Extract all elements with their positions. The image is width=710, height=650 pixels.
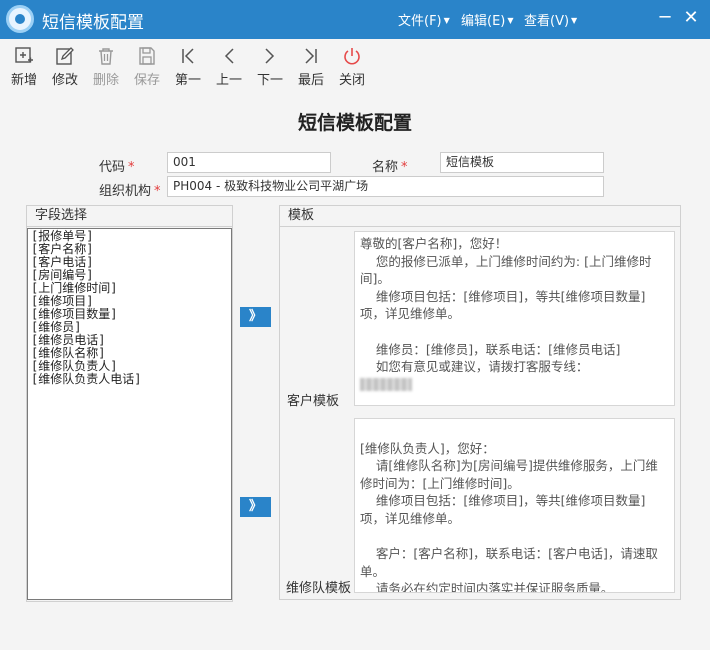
code-label: 代码 * <box>99 156 135 175</box>
code-label-text: 代码 <box>99 160 126 175</box>
required-mark: * <box>154 184 161 199</box>
org-label: 组织机构 * <box>99 180 161 199</box>
template-line: 维修项目包括：[维修项目]，等共[维修项目数量]项，详见维修单。 <box>360 493 646 526</box>
last-button[interactable]: 最后 <box>291 44 331 92</box>
template-line <box>360 323 669 341</box>
edit-label: 修改 <box>51 73 78 88</box>
template-line: 您的报修已派单，上门维修时间约为: [上门维修时间]。 <box>360 253 652 287</box>
chevron-down-icon: ▼ <box>571 16 578 25</box>
chevron-down-icon: ▼ <box>507 16 514 25</box>
name-label: 名称 * <box>372 156 408 175</box>
field-selection-header: 字段选择 <box>27 206 232 227</box>
team-template-textarea[interactable]: [维修队负责人]，您好： 请[维修队名称]为[房间编号]提供维修服务，上门维修时… <box>354 418 675 593</box>
menu-edit[interactable]: 编辑(E) ▼ <box>461 10 514 29</box>
page-title: 短信模板配置 <box>297 112 412 134</box>
power-icon <box>344 48 360 65</box>
close-label: 关闭 <box>338 73 365 88</box>
name-input[interactable]: 短信模板 <box>440 152 604 173</box>
template-line-phone <box>360 376 669 394</box>
add-button[interactable]: 新增 <box>4 44 44 92</box>
template-line: 维修项目包括：[维修项目]，等共[维修项目数量]项，详见维修单。 <box>360 288 646 322</box>
template-line: 维修员：[维修员]，联系电话：[维修员电话] <box>360 341 621 357</box>
delete-button[interactable]: 删除 <box>86 44 126 92</box>
prev-label: 上一 <box>215 73 242 88</box>
template-header: 模板 <box>280 206 680 227</box>
org-input[interactable]: PH004 - 极致科技物业公司平湖广场 <box>167 176 604 197</box>
template-line: 请[维修队名称]为[房间编号]提供维修服务，上门维修时间为：[上门维修时间]。 <box>360 458 658 491</box>
save-icon <box>139 47 155 65</box>
template-line: [维修队负责人]，您好： <box>360 440 495 456</box>
title-bar: 短信模板配置 文件(F) ▼ 编辑(E) ▼ 查看(V) ▼ ─ ✕ <box>0 0 710 39</box>
menu-file-label: 文件(F) <box>398 14 442 29</box>
name-label-text: 名称 <box>372 160 399 175</box>
edit-icon <box>56 47 74 65</box>
edit-button[interactable]: 修改 <box>45 44 85 92</box>
redacted-phone <box>360 377 412 391</box>
delete-label: 删除 <box>92 73 119 88</box>
chevron-down-icon: ▼ <box>443 16 450 25</box>
last-record-icon <box>305 48 317 64</box>
template-line <box>360 422 669 440</box>
template-line: 尊敬的[客户名称]，您好！ <box>360 236 508 251</box>
save-button[interactable]: 保存 <box>127 44 167 92</box>
menu-view[interactable]: 查看(V) ▼ <box>524 10 577 29</box>
last-label: 最后 <box>297 73 324 88</box>
first-button[interactable]: 第一 <box>168 44 208 92</box>
customer-template-textarea[interactable]: 尊敬的[客户名称]，您好！ 您的报修已派单，上门维修时间约为: [上门维修时间]… <box>354 231 675 406</box>
chevron-right-icon <box>265 48 275 64</box>
customer-template-label: 客户模板 <box>287 394 340 409</box>
required-mark: * <box>401 160 408 175</box>
template-line <box>360 528 669 546</box>
template-line: 客户：[客户名称]，联系电话：[客户电话]，请速取单。 <box>360 546 658 579</box>
insert-customer-field-button[interactable]: 》 <box>240 307 271 327</box>
first-label: 第一 <box>174 73 201 88</box>
app-logo-icon <box>6 5 34 33</box>
menu-file[interactable]: 文件(F) ▼ <box>398 10 450 29</box>
next-button[interactable]: 下一 <box>250 44 290 92</box>
close-window-button[interactable]: ✕ <box>680 7 702 29</box>
code-input[interactable]: 001 <box>167 152 331 173</box>
close-button[interactable]: 关闭 <box>332 44 372 92</box>
template-line: 如您有意见或建议，请拨打客服专线： <box>360 359 589 375</box>
toolbar: 新增 修改 删除 保存 第一 上一 下一 最后 关闭 <box>0 39 710 95</box>
template-line: 请务必在约定时间内落实并保证服务质量。 <box>360 581 614 593</box>
window-title: 短信模板配置 <box>42 13 144 33</box>
save-label: 保存 <box>133 73 160 88</box>
org-label-text: 组织机构 <box>99 184 152 199</box>
add-label: 新增 <box>10 73 37 88</box>
required-mark: * <box>128 160 135 175</box>
menu-view-label: 查看(V) <box>524 14 570 29</box>
team-template-label: 维修队模板 <box>286 581 352 596</box>
minimize-button[interactable]: ─ <box>654 7 676 29</box>
menu-edit-label: 编辑(E) <box>461 14 506 29</box>
chevron-left-icon <box>224 48 234 64</box>
first-record-icon <box>182 48 194 64</box>
trash-icon <box>99 48 113 65</box>
insert-team-field-button[interactable]: 》 <box>240 497 271 517</box>
prev-button[interactable]: 上一 <box>209 44 249 92</box>
add-icon <box>15 47 33 63</box>
field-list[interactable]: [报修单号] [客户名称] [客户电话] [房间编号] [上门维修时间] [维修… <box>27 228 232 600</box>
list-item[interactable]: [维修队负责人电话] <box>31 373 228 386</box>
next-label: 下一 <box>256 73 283 88</box>
